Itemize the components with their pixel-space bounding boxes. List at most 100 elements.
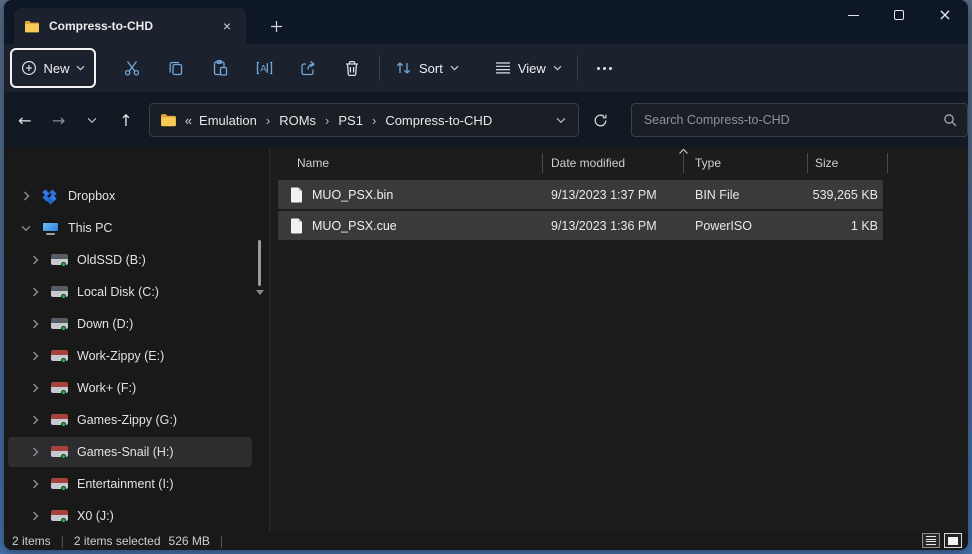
sidebar-item-drive-g[interactable]: Games-Zippy (G:) [8,405,252,435]
chevron-right-icon[interactable] [27,447,43,457]
sidebar-item-drive-b[interactable]: OldSSD (B:) [8,245,252,275]
delete-button[interactable] [330,50,374,86]
minimize-button[interactable] [830,0,876,30]
dropbox-icon [40,189,60,205]
address-dropdown-icon[interactable] [552,117,570,124]
search-input[interactable] [643,113,944,127]
column-divider[interactable] [542,153,543,173]
toolbar-divider [379,55,380,81]
see-more-button[interactable] [583,50,627,86]
large-icons-view-icon [948,536,958,545]
file-row-muo-psx-cue[interactable]: MUO_PSX.cue 9/13/2023 1:36 PM PowerISO 1… [278,211,883,240]
tab-strip: Compress-to-CHD × × [4,0,968,44]
details-view-button[interactable] [922,533,940,548]
sidebar-item-label: Work+ (F:) [77,381,137,395]
new-button[interactable]: New [10,48,96,88]
view-button[interactable]: View [485,50,572,86]
scrollbar-arrow-icon[interactable] [256,290,264,295]
sidebar-item-drive-d[interactable]: Down (D:) [8,309,252,339]
sort-icon [395,60,412,76]
copy-icon [167,59,185,77]
sidebar-item-label: Games-Zippy (G:) [77,413,178,427]
minimize-icon [847,14,859,16]
file-row-muo-psx-bin[interactable]: MUO_PSX.bin 9/13/2023 1:37 PM BIN File 5… [278,180,883,209]
chevron-right-icon[interactable] [27,255,43,265]
sidebar-item-drive-c[interactable]: Local Disk (C:) [8,277,252,307]
sidebar-item-label: OldSSD (B:) [77,253,146,267]
cut-button[interactable] [110,50,154,86]
status-separator: | [219,534,224,548]
file-date-modified: 9/13/2023 1:37 PM [551,187,657,202]
sidebar-item-drive-i[interactable]: Entertainment (I:) [8,469,252,499]
breadcrumb-emulation[interactable]: Emulation [197,113,259,128]
column-divider[interactable] [683,153,684,173]
navigation-pane: Dropbox This PC OldSSD (B:) Local Disk (… [4,148,269,532]
content-area: Dropbox This PC OldSSD (B:) Local Disk (… [4,148,968,532]
file-name: MUO_PSX.cue [312,218,397,233]
paste-icon [211,59,229,77]
column-divider[interactable] [887,153,888,173]
file-explorer-window: Compress-to-CHD × × New A Sort View ← → … [4,0,968,550]
chevron-right-icon[interactable] [27,287,43,297]
share-icon [299,59,317,77]
sidebar-item-drive-h[interactable]: Games-Snail (H:) [8,437,252,467]
refresh-button[interactable] [584,103,618,137]
column-header-size[interactable]: Size [815,156,838,170]
history-dropdown-button[interactable] [75,103,109,137]
chevron-right-icon[interactable] [27,511,43,521]
sidebar-item-label: X0 (J:) [77,509,114,523]
sidebar-item-label: Entertainment (I:) [77,477,174,491]
new-button-label: New [43,60,70,76]
large-icons-view-button[interactable] [944,533,962,548]
close-tab-icon[interactable]: × [216,15,238,37]
chevron-right-icon[interactable] [18,191,34,201]
sort-button[interactable]: Sort [385,50,469,86]
copy-button[interactable] [154,50,198,86]
column-divider[interactable] [807,153,808,173]
sidebar-item-drive-f[interactable]: Work+ (F:) [8,373,252,403]
file-size: 1 KB [850,218,878,233]
column-header-type[interactable]: Type [695,156,721,170]
share-button[interactable] [286,50,330,86]
maximize-icon [894,10,904,20]
tab-title: Compress-to-CHD [49,19,154,33]
file-type: PowerISO [695,218,752,233]
selection-size: 526 MB [168,534,210,548]
back-button[interactable]: ← [8,103,42,137]
paste-button[interactable] [198,50,242,86]
breadcrumb-overflow-indicator[interactable]: « [185,113,193,128]
column-header-date-modified[interactable]: Date modified [551,156,625,170]
chevron-right-icon[interactable] [27,351,43,361]
file-list-pane: Name Date modified Type Size MUO_PSX.bin… [270,148,968,532]
computer-icon [40,221,60,235]
breadcrumb-ps1[interactable]: PS1 [336,113,365,128]
chevron-right-icon[interactable] [27,415,43,425]
file-name: MUO_PSX.bin [312,187,394,202]
rename-button[interactable]: A [242,50,286,86]
sidebar-item-drive-e[interactable]: Work-Zippy (E:) [8,341,252,371]
up-button[interactable]: ↑ [109,103,143,137]
sidebar-scrollbar[interactable] [258,240,261,286]
new-tab-button[interactable] [262,12,290,40]
chevron-right-icon[interactable] [27,479,43,489]
tab-compress-to-chd[interactable]: Compress-to-CHD × [14,8,246,44]
breadcrumb-compress-to-chd[interactable]: Compress-to-CHD [383,113,494,128]
sidebar-item-drive-j[interactable]: X0 (J:) [8,501,252,531]
ellipsis-icon [597,66,613,70]
breadcrumb-roms[interactable]: ROMs [277,113,318,128]
column-header-name[interactable]: Name [297,156,329,170]
drive-red-icon [49,414,69,427]
chevron-right-icon[interactable] [27,319,43,329]
sidebar-item-dropbox[interactable]: Dropbox [8,181,252,211]
chevron-down-icon[interactable] [18,225,34,232]
address-bar[interactable]: « Emulation › ROMs › PS1 › Compress-to-C… [148,103,580,137]
maximize-button[interactable] [876,0,922,30]
chevron-right-icon[interactable] [27,383,43,393]
close-window-button[interactable]: × [922,0,968,30]
scissors-icon [123,59,141,77]
forward-button[interactable]: → [42,103,76,137]
sidebar-item-label: Dropbox [68,189,116,203]
rename-icon: A [255,60,274,76]
sidebar-item-this-pc[interactable]: This PC [8,213,252,243]
search-icon[interactable] [943,113,957,127]
